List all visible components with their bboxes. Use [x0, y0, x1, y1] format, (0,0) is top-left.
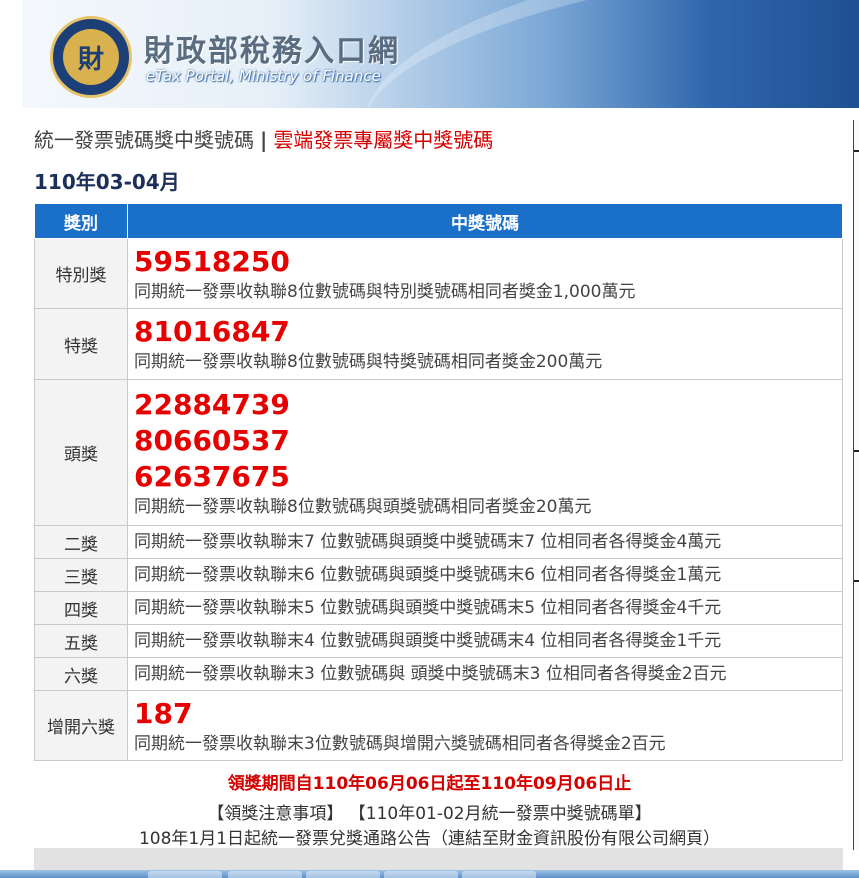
- scrollbar-tick: [854, 150, 859, 152]
- header-decoration: [348, 0, 859, 108]
- prize-description: 同期統一發票收執聯8位數號碼與頭獎號碼相同者獎金20萬元: [134, 496, 592, 517]
- footer-bar: [34, 848, 843, 870]
- prize-category: 四獎: [34, 591, 128, 625]
- left-margin: [0, 0, 22, 878]
- logo-glyph: 財: [63, 29, 119, 85]
- claim-notice-link[interactable]: 【領獎注意事項】: [207, 804, 343, 824]
- taskbar-button[interactable]: [148, 871, 222, 878]
- site-subtitle: eTax Portal, Ministry of Finance: [146, 67, 381, 85]
- draw-period: 110年03-04月: [34, 170, 180, 194]
- prize-description: 同期統一發票收執聯8位數號碼與特別獎號碼相同者獎金1,000萬元: [134, 281, 636, 302]
- claim-period-notice: 領獎期間自110年06月06日起至110年09月06日止: [227, 774, 632, 794]
- column-header-category: 獎別: [34, 203, 128, 239]
- previous-winning-list-link[interactable]: 【110年01-02月統一發票中獎號碼單】: [349, 804, 652, 824]
- table-row: 特別獎 59518250 同期統一發票收執聯8位數號碼與特別獎號碼相同者獎金1,…: [34, 238, 843, 309]
- prize-category: 二獎: [34, 525, 128, 559]
- prize-category: 三獎: [34, 558, 128, 592]
- prize-description: 同期統一發票收執聯8位數號碼與特獎號碼相同者獎金200萬元: [134, 352, 603, 372]
- winning-number: 80660537: [134, 423, 290, 457]
- table-row: 四獎 同期統一發票收執聯末5 位數號碼與頭獎中獎號碼末5 位相同者各得獎金4千元: [34, 591, 843, 625]
- winning-number: 187: [134, 696, 193, 730]
- scrollbar-tick: [854, 450, 859, 452]
- table-row: 六獎 同期統一發票收執聯末3 位數號碼與 頭獎中獎號碼末3 位相同者各得獎金2百…: [34, 657, 843, 691]
- prize-category: 特獎: [34, 308, 128, 380]
- scrollbar[interactable]: [853, 120, 859, 850]
- prize-detail: 同期統一發票收執聯末5 位數號碼與頭獎中獎號碼末5 位相同者各得獎金4千元: [127, 591, 843, 625]
- prize-category: 六獎: [34, 657, 128, 691]
- table-row: 頭獎 22884739 80660537 62637675 同期統一發票收執聯8…: [34, 379, 843, 526]
- page-title: 統一發票號碼獎中獎號碼: [34, 128, 254, 152]
- prize-category: 增開六獎: [34, 690, 128, 761]
- prize-detail: 22884739 80660537 62637675 同期統一發票收執聯8位數號…: [127, 379, 843, 526]
- prize-table: 獎別 中獎號碼 特別獎 59518250 同期統一發票收執聯8位數號碼與特別獎號…: [34, 203, 843, 761]
- winning-number: 59518250: [134, 244, 290, 278]
- site-title[interactable]: 財政部稅務入口網: [144, 26, 400, 70]
- prize-category: 頭獎: [34, 379, 128, 526]
- winning-number: 81016847: [134, 315, 290, 348]
- taskbar-button[interactable]: [306, 871, 380, 878]
- column-header-numbers: 中獎號碼: [127, 203, 843, 239]
- taskbar-button[interactable]: [228, 871, 302, 878]
- winning-number: 22884739: [134, 387, 290, 421]
- prize-description: 同期統一發票收執聯末6 位數號碼與頭獎中獎號碼末6 位相同者各得獎金1萬元: [134, 565, 722, 585]
- prize-detail: 187 同期統一發票收執聯末3位數號碼與增開六獎號碼相同者各得獎金2百元: [127, 690, 843, 761]
- winning-number: 62637675: [134, 459, 290, 493]
- taskbar-button[interactable]: [462, 871, 536, 878]
- prize-detail: 81016847 同期統一發票收執聯8位數號碼與特獎號碼相同者獎金200萬元: [127, 308, 843, 380]
- prize-detail: 同期統一發票收執聯末7 位數號碼與頭獎中獎號碼末7 位相同者各得獎金4萬元: [127, 525, 843, 559]
- prize-description: 同期統一發票收執聯末5 位數號碼與頭獎中獎號碼末5 位相同者各得獎金4千元: [134, 598, 722, 618]
- ministry-logo-icon[interactable]: 財: [50, 16, 132, 98]
- table-header-row: 獎別 中獎號碼: [34, 203, 843, 239]
- table-row: 三獎 同期統一發票收執聯末6 位數號碼與頭獎中獎號碼末6 位相同者各得獎金1萬元: [34, 558, 843, 592]
- table-row: 增開六獎 187 同期統一發票收執聯末3位數號碼與增開六獎號碼相同者各得獎金2百…: [34, 690, 843, 761]
- page-heading: 統一發票號碼獎中獎號碼 | 雲端發票專屬獎中獎號碼: [34, 124, 493, 153]
- prize-category: 特別獎: [34, 238, 128, 309]
- prize-detail: 59518250 同期統一發票收執聯8位數號碼與特別獎號碼相同者獎金1,000萬…: [127, 238, 843, 309]
- prize-description: 同期統一發票收執聯末3 位數號碼與 頭獎中獎號碼末3 位相同者各得獎金2百元: [134, 664, 727, 684]
- related-links: 【領獎注意事項】 【110年01-02月統一發票中獎號碼單】: [0, 799, 859, 824]
- table-row: 特獎 81016847 同期統一發票收執聯8位數號碼與特獎號碼相同者獎金200萬…: [34, 308, 843, 380]
- prize-category: 五獎: [34, 624, 128, 658]
- prize-description: 同期統一發票收執聯末4 位數號碼與頭獎中獎號碼末4 位相同者各得獎金1千元: [134, 631, 722, 651]
- taskbar-button[interactable]: [384, 871, 458, 878]
- prize-detail: 同期統一發票收執聯末4 位數號碼與頭獎中獎號碼末4 位相同者各得獎金1千元: [127, 624, 843, 658]
- scrollbar-tick: [854, 580, 859, 582]
- cloud-invoice-link[interactable]: 雲端發票專屬獎中獎號碼: [273, 128, 493, 152]
- table-row: 二獎 同期統一發票收執聯末7 位數號碼與頭獎中獎號碼末7 位相同者各得獎金4萬元: [34, 525, 843, 559]
- prize-description: 同期統一發票收執聯末3位數號碼與增開六獎號碼相同者各得獎金2百元: [134, 733, 666, 754]
- os-taskbar: [0, 870, 859, 878]
- redemption-channel-link[interactable]: 108年1月1日起統一發票兌獎通路公告（連結至財金資訊股份有限公司網頁）: [0, 824, 859, 849]
- table-row: 五獎 同期統一發票收執聯末4 位數號碼與頭獎中獎號碼末4 位相同者各得獎金1千元: [34, 624, 843, 658]
- heading-separator: |: [260, 128, 268, 152]
- prize-description: 同期統一發票收執聯末7 位數號碼與頭獎中獎號碼末7 位相同者各得獎金4萬元: [134, 532, 722, 552]
- prize-detail: 同期統一發票收執聯末6 位數號碼與頭獎中獎號碼末6 位相同者各得獎金1萬元: [127, 558, 843, 592]
- site-header: 財 財政部稅務入口網 eTax Portal, Ministry of Fina…: [22, 0, 859, 108]
- prize-detail: 同期統一發票收執聯末3 位數號碼與 頭獎中獎號碼末3 位相同者各得獎金2百元: [127, 657, 843, 691]
